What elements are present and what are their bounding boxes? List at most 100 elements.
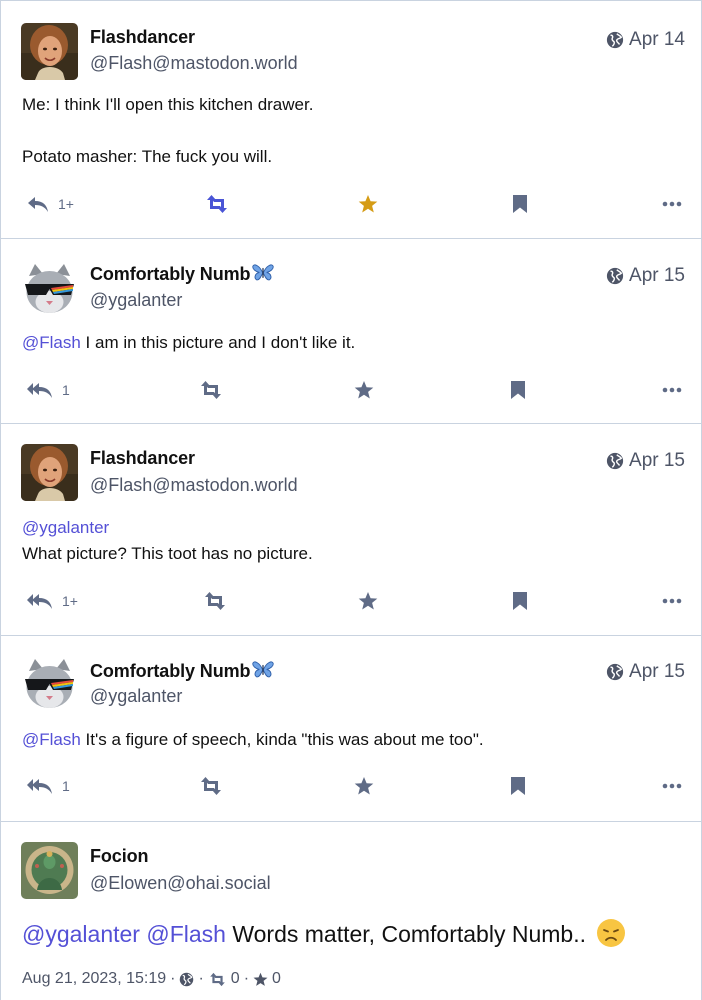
avatar[interactable] [21, 444, 78, 501]
content-text: What picture? This toot has no picture. [22, 544, 313, 563]
post[interactable]: Flashdancer @Flash@mastodon.world Apr 15… [1, 424, 701, 636]
display-name-text: Comfortably Numb [90, 264, 251, 284]
reply-button[interactable]: 1+ [26, 189, 74, 219]
action-bar: 1 [1, 375, 701, 405]
favourite-button[interactable] [358, 189, 378, 219]
avatar[interactable] [21, 657, 78, 714]
boost-icon [198, 776, 224, 796]
bookmark-button[interactable] [512, 586, 528, 616]
boost-button[interactable] [204, 189, 230, 219]
reply-count: 1 [62, 382, 70, 398]
bookmark-button[interactable] [512, 189, 528, 219]
more-button[interactable] [662, 771, 682, 801]
post[interactable]: Comfortably Numb @ygalanter Apr 15 @Flas… [1, 239, 701, 424]
favourite-button[interactable] [358, 586, 378, 616]
date-label: Apr 14 [629, 29, 685, 50]
avatar[interactable] [21, 262, 78, 319]
more-icon [662, 387, 682, 393]
reply-button[interactable]: 1 [26, 375, 70, 405]
post[interactable]: Comfortably Numb @ygalanter Apr 15 @Flas… [1, 636, 701, 822]
separator: · [170, 970, 176, 987]
bookmark-button[interactable] [510, 375, 526, 405]
date-label: Apr 15 [629, 265, 685, 286]
content-line: Potato masher: The fuck you will. [22, 147, 273, 166]
reply-count: 1+ [58, 196, 74, 212]
more-icon [662, 201, 682, 207]
boost-icon [198, 380, 224, 400]
account-handle[interactable]: @Flash@mastodon.world [90, 475, 298, 496]
more-button[interactable] [662, 586, 682, 616]
globe-icon [179, 972, 194, 987]
reply-all-icon [26, 776, 54, 796]
more-icon [662, 598, 682, 604]
globe-icon [606, 31, 624, 49]
bookmark-icon [512, 194, 528, 214]
action-bar: 1+ [1, 586, 701, 616]
star-icon [358, 591, 378, 611]
mention-link[interactable]: @ygalanter [22, 515, 681, 541]
reply-count: 1+ [62, 593, 78, 609]
post-focused[interactable]: Focion @Elowen@ohai.social @ygalanter @F… [1, 822, 701, 1000]
mention-link[interactable]: @Flash [146, 921, 226, 947]
account-handle[interactable]: @Elowen@ohai.social [90, 873, 271, 894]
reply-button[interactable]: 1+ [26, 586, 78, 616]
content-text: Words matter, Comfortably Numb.. [225, 921, 586, 947]
avatar[interactable] [21, 23, 78, 80]
boost-icon [202, 591, 228, 611]
date-label: Apr 15 [629, 661, 685, 682]
timeline: Flashdancer @Flash@mastodon.world Apr 14… [0, 0, 702, 1000]
account-handle[interactable]: @ygalanter [90, 686, 182, 707]
post-date[interactable]: Apr 15 [606, 450, 685, 472]
post-content: @ygalanter @Flash Words matter, Comforta… [22, 918, 681, 949]
post[interactable]: Flashdancer @Flash@mastodon.world Apr 14… [1, 1, 701, 239]
reply-icon [26, 194, 50, 214]
avatar[interactable] [21, 842, 78, 899]
post-date[interactable]: Apr 15 [606, 265, 685, 287]
account-handle[interactable]: @Flash@mastodon.world [90, 53, 298, 74]
star-icon [354, 380, 374, 400]
reply-all-icon [26, 591, 54, 611]
boost-icon [208, 972, 227, 987]
bookmark-icon [510, 776, 526, 796]
post-content: @ygalanter What picture? This toot has n… [22, 515, 681, 567]
mention-link[interactable]: @Flash [22, 333, 81, 352]
more-button[interactable] [662, 189, 682, 219]
content-line: Me: I think I'll open this kitchen drawe… [22, 95, 314, 114]
more-button[interactable] [662, 375, 682, 405]
favourite-button[interactable] [354, 375, 374, 405]
post-timestamp[interactable]: Aug 21, 2023, 15:19 [22, 970, 166, 988]
disappointed-emoji-icon [597, 919, 626, 947]
globe-icon [606, 663, 624, 681]
action-bar: 1+ [1, 189, 701, 219]
separator: · [198, 970, 204, 987]
boost-count[interactable]: 0 [231, 970, 240, 988]
post-content: Me: I think I'll open this kitchen drawe… [22, 92, 681, 170]
display-name[interactable]: Focion [90, 846, 149, 867]
star-icon [354, 776, 374, 796]
post-date[interactable]: Apr 15 [606, 661, 685, 683]
reply-count: 1 [62, 778, 70, 794]
favourite-button[interactable] [354, 771, 374, 801]
display-name[interactable]: Comfortably Numb [90, 263, 274, 285]
mention-link[interactable]: @Flash [22, 730, 81, 749]
post-date[interactable]: Apr 14 [606, 29, 685, 51]
bookmark-icon [512, 591, 528, 611]
content-text: I am in this picture and I don't like it… [80, 333, 356, 352]
display-name-text: Comfortably Numb [90, 661, 251, 681]
bookmark-button[interactable] [510, 771, 526, 801]
account-handle[interactable]: @ygalanter [90, 290, 182, 311]
globe-icon [606, 452, 624, 470]
reply-all-icon [26, 380, 54, 400]
boost-button[interactable] [198, 771, 224, 801]
post-meta: Aug 21, 2023, 15:19 · · 0 · 0 [22, 970, 281, 988]
reply-button[interactable]: 1 [26, 771, 70, 801]
date-label: Apr 15 [629, 450, 685, 471]
boost-button[interactable] [198, 375, 224, 405]
favourite-count[interactable]: 0 [272, 970, 281, 988]
display-name[interactable]: Flashdancer [90, 27, 195, 48]
mention-link[interactable]: @ygalanter [22, 921, 140, 947]
action-bar: 1 [1, 771, 701, 801]
boost-button[interactable] [202, 586, 228, 616]
display-name[interactable]: Flashdancer [90, 448, 195, 469]
display-name[interactable]: Comfortably Numb [90, 660, 274, 682]
